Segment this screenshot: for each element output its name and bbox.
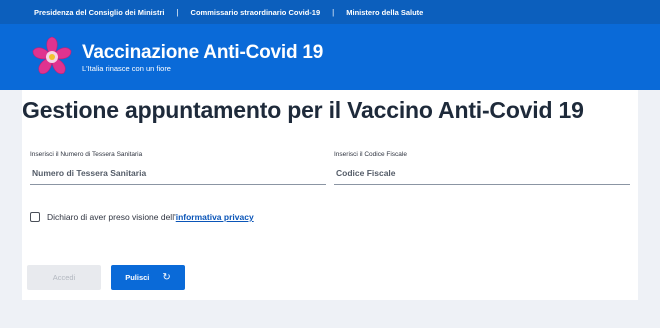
privacy-policy-link[interactable]: informativa privacy	[176, 212, 254, 222]
tessera-input[interactable]	[30, 164, 326, 185]
codice-fiscale-field-group: Inserisci il Codice Fiscale	[334, 151, 630, 185]
codice-fiscale-input[interactable]	[334, 164, 630, 185]
site-header: Vaccinazione Anti-Covid 19 L'Italia rina…	[0, 24, 660, 90]
codice-fiscale-label: Inserisci il Codice Fiscale	[334, 151, 407, 158]
pulisci-button[interactable]: Pulisci ↻	[111, 265, 185, 290]
primula-flower-icon[interactable]	[30, 35, 74, 79]
topbar-separator: |	[176, 7, 179, 17]
accedi-button-label: Accedi	[52, 273, 76, 282]
pulisci-button-label: Pulisci	[125, 273, 150, 282]
topbar-separator: |	[332, 7, 335, 17]
tessera-label: Inserisci il Numero di Tessera Sanitaria	[30, 151, 143, 158]
topbar-link-presidenza[interactable]: Presidenza del Consiglio dei Ministri	[34, 8, 164, 17]
institutional-topbar: Presidenza del Consiglio dei Ministri | …	[0, 0, 660, 24]
page-title: Gestione appuntamento per il Vaccino Ant…	[22, 97, 584, 123]
topbar-link-ministero[interactable]: Ministero della Salute	[346, 8, 423, 17]
refresh-icon: ↻	[162, 272, 171, 283]
brand-subtitle: L'Italia rinasce con un fiore	[82, 64, 171, 73]
privacy-consent: Dichiaro di aver preso visione dell' inf…	[30, 212, 254, 222]
appointment-form-card: Gestione appuntamento per il Vaccino Ant…	[22, 90, 638, 300]
privacy-checkbox[interactable]	[30, 212, 40, 222]
topbar-link-commissario[interactable]: Commissario straordinario Covid-19	[191, 8, 321, 17]
brand-title: Vaccinazione Anti-Covid 19	[82, 42, 324, 63]
privacy-text: Dichiaro di aver preso visione dell'	[47, 212, 176, 222]
tessera-field-group: Inserisci il Numero di Tessera Sanitaria	[30, 151, 326, 185]
accedi-button[interactable]: Accedi	[27, 265, 101, 290]
